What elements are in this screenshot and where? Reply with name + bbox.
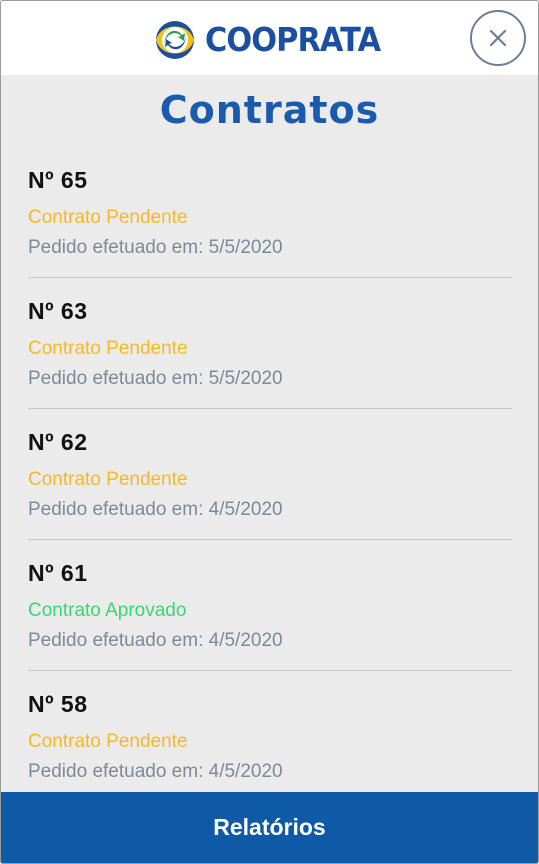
contract-date: Pedido efetuado em: 4/5/2020 xyxy=(28,761,283,782)
app-frame: COOPRATA Contratos Nº 65 Contrato Penden… xyxy=(0,0,539,864)
page-title: Contratos xyxy=(159,88,380,132)
contract-status: Contrato Pendente xyxy=(28,338,188,359)
cooprata-logo-icon xyxy=(156,21,194,59)
contract-status: Contrato Pendente xyxy=(28,207,188,228)
logo: COOPRATA xyxy=(151,19,395,61)
contract-number: Nº 63 xyxy=(28,298,88,324)
contract-status: Contrato Pendente xyxy=(28,731,188,752)
contract-item[interactable]: Nº 58 Contrato Pendente Pedido efetuado … xyxy=(28,671,512,802)
close-icon xyxy=(489,29,507,47)
contract-status: Contrato Aprovado xyxy=(28,600,187,621)
logo-text: COOPRATA xyxy=(205,20,381,59)
contract-number: Nº 61 xyxy=(28,560,88,586)
contract-number: Nº 65 xyxy=(28,167,88,193)
header: COOPRATA xyxy=(1,1,538,75)
contract-number: Nº 58 xyxy=(28,691,88,717)
contract-number: Nº 62 xyxy=(28,429,88,455)
contract-date: Pedido efetuado em: 4/5/2020 xyxy=(28,499,283,520)
contract-date: Pedido efetuado em: 5/5/2020 xyxy=(28,368,283,389)
contract-item[interactable]: Nº 63 Contrato Pendente Pedido efetuado … xyxy=(28,278,512,409)
reports-button[interactable]: Relatórios xyxy=(1,792,538,863)
close-button[interactable] xyxy=(470,10,526,66)
contract-item[interactable]: Nº 61 Contrato Aprovado Pedido efetuado … xyxy=(28,540,512,671)
contract-date: Pedido efetuado em: 5/5/2020 xyxy=(28,237,283,258)
contracts-list: Nº 65 Contrato Pendente Pedido efetuado … xyxy=(1,147,538,802)
contract-item[interactable]: Nº 65 Contrato Pendente Pedido efetuado … xyxy=(28,147,512,278)
contract-item[interactable]: Nº 62 Contrato Pendente Pedido efetuado … xyxy=(28,409,512,540)
contract-status: Contrato Pendente xyxy=(28,469,188,490)
contract-date: Pedido efetuado em: 4/5/2020 xyxy=(28,630,283,651)
